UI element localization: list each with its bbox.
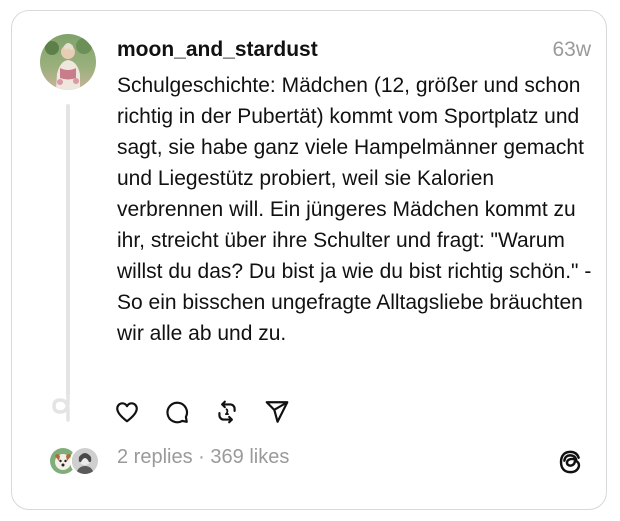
send-icon[interactable] bbox=[263, 398, 291, 426]
post-stats: 2 replies · 369 likes bbox=[117, 446, 289, 469]
stats-separator: · bbox=[198, 446, 205, 468]
reply-avatars[interactable] bbox=[48, 446, 104, 476]
threads-logo-icon[interactable] bbox=[556, 448, 584, 476]
author-username[interactable]: moon_and_stardust bbox=[117, 38, 318, 62]
thread-line bbox=[66, 104, 70, 396]
replies-count[interactable]: 2 replies bbox=[117, 446, 193, 468]
author-avatar[interactable] bbox=[40, 34, 96, 90]
post-actions bbox=[113, 396, 291, 428]
post-timestamp: 63w bbox=[552, 38, 591, 61]
repost-icon[interactable] bbox=[213, 398, 241, 426]
likes-count[interactable]: 369 likes bbox=[210, 446, 289, 468]
heart-icon[interactable] bbox=[113, 398, 141, 426]
thread-end-curl bbox=[50, 392, 80, 422]
post-text: Schulgeschichte: Mädchen (12, größer und… bbox=[117, 74, 592, 345]
reply-avatar-person bbox=[70, 446, 100, 476]
comment-icon[interactable] bbox=[163, 398, 191, 426]
